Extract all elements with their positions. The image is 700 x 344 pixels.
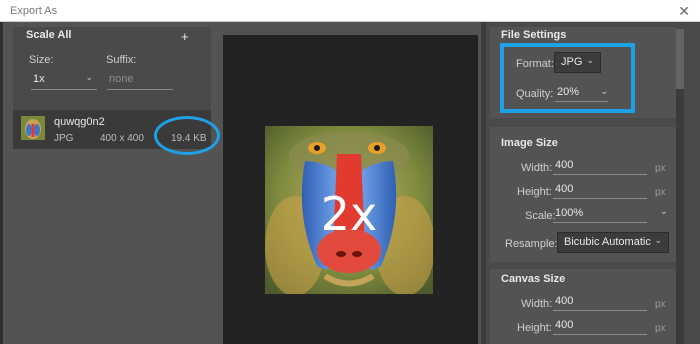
file-settings-heading: File Settings [501,29,567,41]
image-size-heading: Image Size [501,137,558,149]
suffix-label: Suffix: [106,54,137,66]
chevron-down-icon: ⌄ [654,235,662,245]
scale-all-heading: Scale All [26,29,72,41]
asset-thumbnail [21,116,45,140]
resample-select[interactable]: Bicubic Automatic ⌄ [557,232,669,253]
asset-name: quwqg0n2 [54,116,105,128]
window-title: Export As [10,5,58,17]
size-select[interactable]: 1x ⌄ [31,72,97,90]
image-width-label: Width: [521,162,553,174]
canvas-size-heading: Canvas Size [501,273,566,285]
image-scale-value: 100% [555,207,584,219]
canvas-width-input[interactable]: 400 [553,295,647,311]
asset-format: JPG [54,133,74,144]
resample-value: Bicubic Automatic [564,236,651,248]
canvas-width-label: Width: [521,298,553,310]
canvas-width-unit: px [655,299,666,310]
right-panel-edge [481,22,486,344]
size-label: Size: [29,54,54,66]
canvas-height-input[interactable]: 400 [553,319,647,335]
chevron-down-icon[interactable]: ⌄ [660,206,668,217]
left-edge [0,22,3,344]
canvas-height-label: Height: [517,322,552,334]
close-icon[interactable]: ✕ [678,3,690,20]
resample-label: Resample: [505,238,558,250]
suffix-placeholder: none [109,73,134,85]
scrollbar-thumb[interactable] [676,29,684,89]
image-height-input[interactable]: 400 [553,183,647,199]
size-value: 1x [33,73,45,85]
image-scale-select[interactable]: 100% [553,207,647,223]
image-height-label: Height: [517,186,552,198]
left-panel [0,22,220,344]
plus-icon[interactable]: + [181,29,189,44]
suffix-input[interactable]: none [107,73,173,90]
file-settings-highlight [500,43,635,113]
preview-overlay-text: 2x [320,187,378,241]
image-width-input[interactable]: 400 [553,159,647,175]
image-height-unit: px [655,187,666,198]
file-size-highlight [154,116,220,155]
canvas-height-unit: px [655,323,666,334]
chevron-down-icon: ⌄ [85,72,93,82]
image-width-unit: px [655,163,666,174]
image-scale-label: Scale: [525,210,556,222]
asset-dimensions: 400 x 400 [100,133,144,144]
window-titlebar: Export As ✕ [0,0,700,22]
